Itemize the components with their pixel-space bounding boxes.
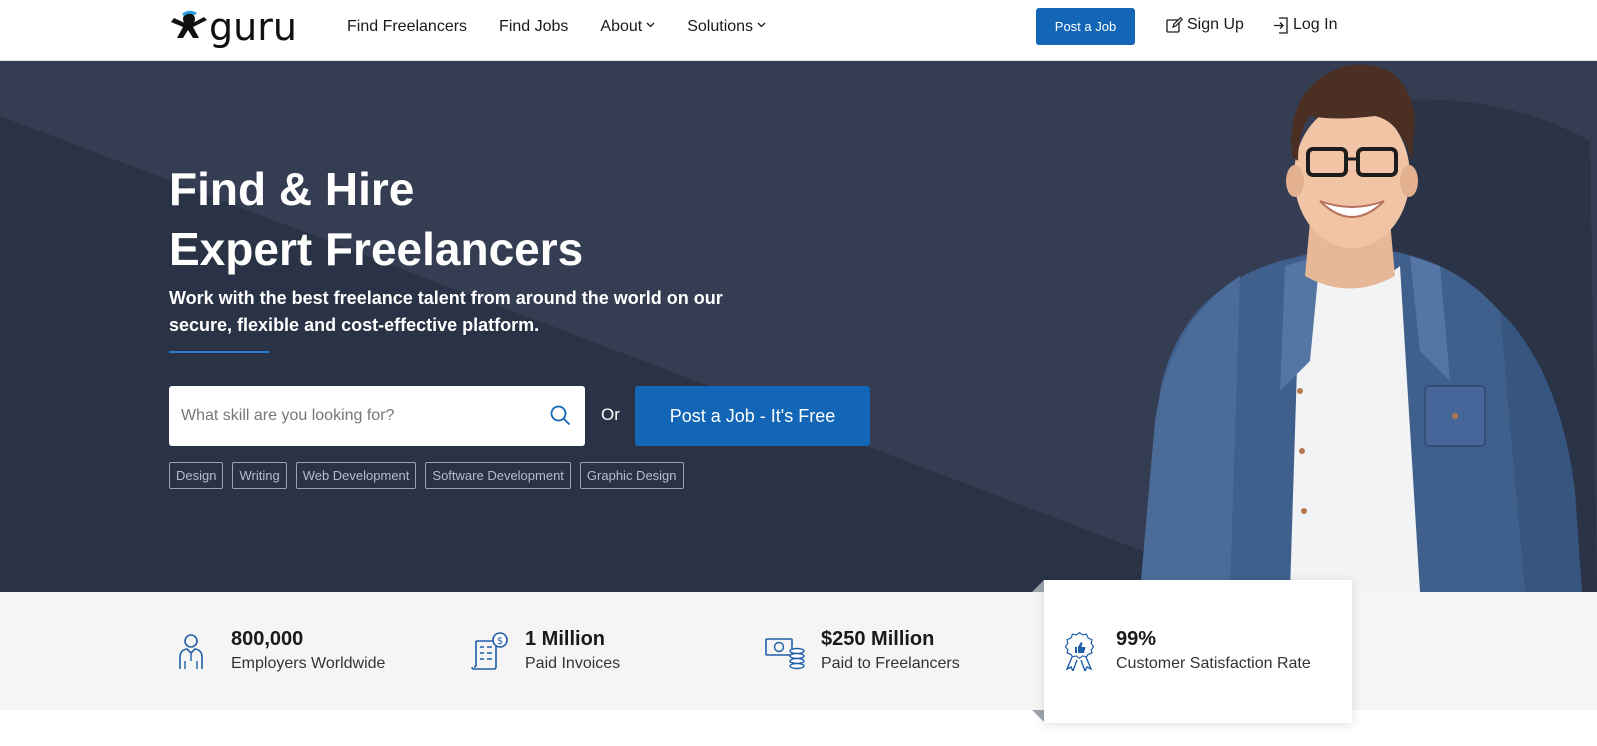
nav-label: Find Freelancers [347,18,468,35]
tag-graphic-design[interactable]: Graphic Design [579,462,684,489]
card-fold-bottom [1032,710,1044,722]
popular-skill-tags: Design Writing Web Development Software … [169,462,693,489]
invoice-icon: $ [471,632,508,670]
hero-section: Find & Hire Expert Freelancers Work with… [0,61,1597,592]
nav-label: About [600,18,643,35]
log-in-label: Log In [1293,16,1338,33]
nav-label: Solutions [687,18,754,35]
tag-design[interactable]: Design [169,462,224,489]
nav-solutions[interactable]: Solutions [687,18,766,36]
skill-search-input[interactable] [169,388,529,444]
guru-logo[interactable]: guru [169,5,297,49]
award-icon [1064,631,1095,671]
stat-label: Paid to Freelancers [821,655,960,672]
nav-find-jobs[interactable]: Find Jobs [499,18,568,36]
nav-label: Find Jobs [499,18,569,35]
svg-text:$: $ [497,636,503,647]
guru-logo-icon [171,10,207,38]
stats-bar: 800,000 Employers Worldwide $ 1 Million … [0,592,1597,710]
money-icon [765,638,805,670]
login-icon [1274,16,1288,34]
card-fold-top [1032,580,1044,592]
sign-up-label: Sign Up [1187,16,1244,33]
post-job-free-button[interactable]: Post a Job - It's Free [635,386,870,446]
hero-subtitle: Work with the best freelance talent from… [169,288,723,335]
stat-label: Employers Worldwide [231,655,386,672]
main-nav: Find Freelancers Find Jobs About Solutio… [347,0,798,54]
hero-divider [169,351,269,353]
satisfaction-card: 99% Customer Satisfaction Rate [1044,580,1352,723]
hero-title-line-2: Expert Freelancers [169,223,584,275]
stat-paid: $250 Million Paid to Freelancers [765,592,960,710]
stat-label: Paid Invoices [525,655,621,672]
stat-employers: 800,000 Employers Worldwide [175,592,385,710]
nav-about[interactable]: About [600,18,655,36]
stat-satisfaction: 99% Customer Satisfaction Rate [1060,592,1311,710]
stat-value: 99% [1116,628,1157,650]
or-text: Or [601,405,620,424]
chevron-down-icon [757,22,766,28]
stat-invoices: $ 1 Million Paid Invoices [469,592,620,710]
sign-up-link[interactable]: Sign Up [1166,16,1244,34]
stat-label: Customer Satisfaction Rate [1116,655,1311,672]
search-icon[interactable] [550,405,571,426]
stat-value: 1 Million [525,628,605,650]
hero-title-line-1: Find & Hire [169,163,415,215]
site-header: guru Find Freelancers Find Jobs About So… [0,0,1597,61]
stat-value: 800,000 [231,628,304,650]
stat-value: $250 Million [821,628,935,650]
post-job-button[interactable]: Post a Job [1036,8,1135,45]
skill-search-box [169,386,585,446]
log-in-link[interactable]: Log In [1273,16,1337,34]
chevron-down-icon [646,22,655,28]
freelancer-photo [1140,64,1597,592]
edit-icon [1166,16,1183,33]
hero-title: Find & Hire Expert Freelancers [169,159,869,279]
tag-writing[interactable]: Writing [232,462,287,489]
tag-web-development[interactable]: Web Development [295,462,417,489]
tag-software-development[interactable]: Software Development [425,462,571,489]
employer-icon [179,634,203,669]
nav-find-freelancers[interactable]: Find Freelancers [347,18,467,36]
logo-text: guru [209,5,297,49]
